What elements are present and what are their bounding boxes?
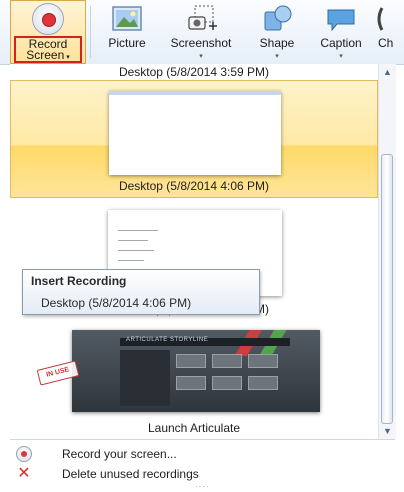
thumbnail-title: ARTICULATE STORYLINE — [126, 337, 209, 343]
record-your-screen-label: Record your screen... — [62, 447, 177, 461]
screenshot-label: Screenshot — [170, 36, 232, 50]
scroll-up-arrow-icon[interactable]: ▲ — [379, 64, 396, 80]
chevron-down-icon: ▾ — [199, 53, 203, 60]
articulate-thumbnail: ARTICULATE STORYLINE — [72, 330, 320, 412]
chevron-down-icon: ▾ — [275, 53, 279, 60]
delete-unused-recordings-label: Delete unused recordings — [62, 467, 199, 481]
gallery-item-selected[interactable]: Desktop (5/8/2014 4:06 PM) — [10, 80, 378, 198]
picture-icon — [112, 6, 142, 31]
gallery-item-caption: Launch Articulate — [147, 421, 241, 435]
gallery-commands: Record your screen... ✕ Delete unused re… — [10, 439, 395, 492]
gallery-item-caption: Desktop (5/8/2014 3:59 PM) — [118, 65, 270, 79]
tooltip-title: Insert Recording — [31, 274, 127, 288]
chevron-down-icon: ▾ — [339, 53, 343, 60]
recording-thumbnail — [109, 91, 281, 175]
gallery-item-caption: Desktop (5/8/2014 4:06 PM) — [118, 179, 270, 193]
insert-recording-tooltip: Insert Recording Desktop (5/8/2014 4:06 … — [22, 269, 260, 315]
shape-button[interactable]: Shape ▾ — [248, 0, 306, 64]
screenshot-button[interactable]: Screenshot ▾ — [158, 0, 244, 64]
record-screen-label-highlight: Record Screen ▾ — [14, 36, 82, 63]
insert-ribbon: Record Screen ▾ Picture Screenshot ▾ Sha… — [0, 0, 404, 65]
scrollbar-thumb[interactable] — [381, 154, 393, 424]
delete-icon: ✕ — [17, 465, 31, 482]
resize-grip-icon[interactable]: ···· — [195, 482, 210, 491]
caption-icon — [327, 9, 355, 32]
record-screen-label-line2: Screen — [26, 48, 65, 62]
gallery-item[interactable]: Desktop (5/8/2014 3:59 PM) — [10, 64, 378, 80]
recordings-gallery: Desktop (5/8/2014 3:59 PM) Desktop (5/8/… — [10, 64, 379, 439]
chevron-down-icon: ▾ — [64, 54, 70, 61]
shape-icon — [264, 5, 292, 31]
record-your-screen-command[interactable]: Record your screen... — [10, 444, 395, 464]
caption-button[interactable]: Caption ▾ — [310, 0, 372, 64]
character-button[interactable]: Ch — [376, 0, 404, 64]
picture-button[interactable]: Picture — [98, 0, 156, 64]
tooltip-body: Desktop (5/8/2014 4:06 PM) — [41, 296, 192, 310]
character-label: Ch — [378, 36, 394, 50]
delete-unused-recordings-command[interactable]: ✕ Delete unused recordings — [10, 464, 395, 484]
character-icon — [377, 7, 384, 31]
caption-label: Caption — [320, 36, 362, 50]
scroll-down-arrow-icon[interactable]: ▼ — [379, 423, 396, 439]
record-icon — [32, 3, 64, 35]
record-screen-button[interactable]: Record Screen ▾ — [10, 0, 86, 64]
gallery-scrollbar[interactable]: ▲ ▼ — [378, 64, 396, 439]
picture-label: Picture — [108, 36, 146, 50]
screenshot-icon — [188, 5, 217, 30]
record-icon — [16, 446, 32, 462]
ribbon-separator — [90, 6, 91, 58]
shape-label: Shape — [259, 36, 295, 50]
